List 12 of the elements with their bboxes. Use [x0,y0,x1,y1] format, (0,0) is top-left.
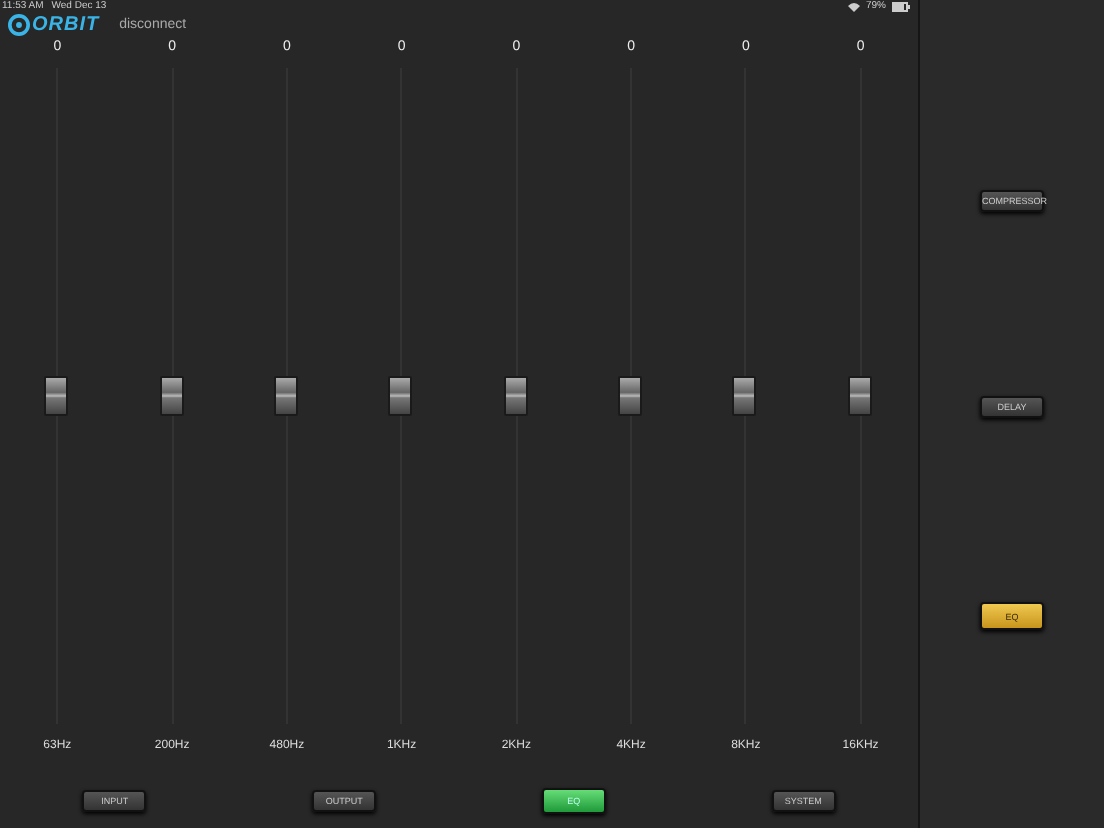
battery-icon [892,1,910,11]
slider-thumb[interactable] [732,376,757,416]
wifi-icon [847,1,860,11]
logo-icon [8,13,30,35]
app-logo: ORBIT [32,13,100,35]
slider-thumb[interactable] [159,376,184,416]
slider-thumb[interactable] [618,376,643,416]
slider-thumb[interactable] [847,376,872,416]
slider-thumb[interactable] [44,376,69,416]
slider-thumb[interactable] [388,376,413,416]
slider-thumb[interactable] [273,376,298,416]
slider-thumb[interactable] [503,376,528,416]
